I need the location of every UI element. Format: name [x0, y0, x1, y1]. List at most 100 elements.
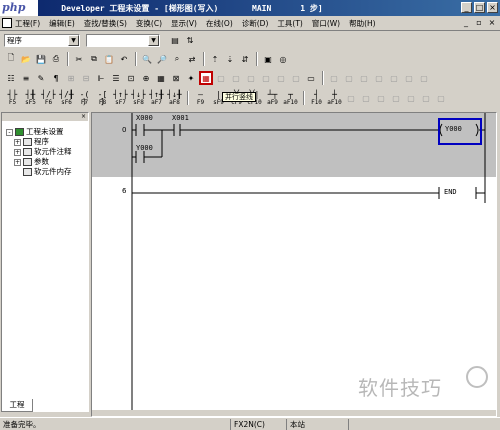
find-device-icon[interactable]: 🔍 [140, 52, 154, 66]
menu-edit[interactable]: 编辑(E) [49, 18, 75, 29]
tree-item-device-memory[interactable]: 软元件内存 [6, 167, 72, 177]
program-select[interactable]: 程序 ▼ [4, 33, 80, 47]
copy-icon[interactable]: ⧉ [87, 52, 101, 66]
child-minimize-button[interactable]: _ [461, 18, 471, 28]
tree-item-program[interactable]: + 程序 [6, 137, 72, 147]
ladder-tool-button[interactable]: ┤↓├ sF8 [130, 90, 147, 107]
menu-tools[interactable]: 工具(T) [277, 18, 302, 29]
display-icon[interactable]: ▭ [304, 71, 318, 85]
chevron-down-icon[interactable]: ▼ [68, 34, 79, 46]
sfc-step-icon[interactable]: ▢ [327, 71, 341, 85]
ladder-tool-button[interactable]: ┤↓╂ aF8 [166, 90, 183, 107]
disabled-tool-icon[interactable]: ▢ [419, 91, 433, 105]
monitor-write-icon[interactable]: ▢ [244, 71, 258, 85]
open-folder-icon[interactable]: 📂 [19, 52, 33, 66]
menu-project[interactable]: 工程(F) [15, 18, 40, 29]
ladder-tool-button[interactable]: — F9 [192, 90, 209, 107]
expand-icon[interactable]: + [14, 148, 21, 156]
ladder-tool-button[interactable]: ┤/├ F6 [40, 90, 57, 107]
document-icon[interactable] [2, 18, 12, 28]
registry-icon[interactable]: ⊠ [169, 71, 183, 85]
disabled-tool-icon[interactable]: ▢ [374, 91, 388, 105]
menu-window[interactable]: 窗口(W) [312, 18, 340, 29]
sfc-end-icon[interactable]: ▢ [387, 71, 401, 85]
comment-icon[interactable]: ☷ [4, 71, 18, 85]
ladder-write-mode-icon[interactable]: ▦ [199, 71, 213, 85]
collapse-icon[interactable]: - [6, 128, 13, 136]
disabled-tool-icon[interactable]: ▢ [434, 91, 448, 105]
tree-root[interactable]: - 工程未设置 [6, 127, 72, 137]
ladder-tool-button[interactable]: ┤├ F5 [4, 90, 21, 107]
program-list-icon[interactable]: ▤ [168, 33, 182, 47]
panel-close-icon[interactable]: × [2, 113, 88, 121]
entry-icon[interactable]: ✦ [184, 71, 198, 85]
sfc-jump-icon[interactable]: ▢ [372, 71, 386, 85]
tree-item-device-comment[interactable]: + 软元件注释 [6, 147, 72, 157]
sfc-option-icon[interactable]: ▢ [402, 71, 416, 85]
expand-icon[interactable]: + [14, 138, 21, 146]
menu-convert[interactable]: 变换(C) [136, 18, 162, 29]
list-view-icon[interactable]: ☰ [109, 71, 123, 85]
label-icon[interactable]: ⊟ [79, 71, 93, 85]
batch-monitor-icon[interactable]: ▢ [259, 71, 273, 85]
replace-icon[interactable]: ⇄ [185, 52, 199, 66]
new-file-icon[interactable]: 🗋 [4, 52, 18, 66]
horizontal-scrollbar[interactable] [92, 410, 496, 416]
program-jump-icon[interactable]: ⇅ [183, 33, 197, 47]
read-plc-icon[interactable]: ⇣ [223, 52, 237, 66]
ladder-tool-button[interactable]: ┤╂ sF5 [22, 90, 39, 107]
read-mode-icon[interactable]: ▢ [214, 71, 228, 85]
close-button[interactable]: × [487, 2, 498, 13]
disabled-tool-icon[interactable]: ▢ [359, 91, 373, 105]
monitor-mode-icon[interactable]: ▢ [229, 71, 243, 85]
disabled-tool-icon[interactable]: ▢ [389, 91, 403, 105]
find-instruction-icon[interactable]: 🔎 [155, 52, 169, 66]
chevron-down-icon[interactable]: ▼ [148, 34, 159, 46]
sfc-view-icon[interactable]: ⊡ [124, 71, 138, 85]
ladder-tool-button[interactable]: ┴┬ aF9 [264, 90, 281, 107]
disabled-tool-icon[interactable]: ▢ [344, 91, 358, 105]
menu-view[interactable]: 显示(V) [171, 18, 197, 29]
child-restore-button[interactable]: ▫ [474, 18, 484, 28]
menu-find-replace[interactable]: 查找/替换(S) [84, 18, 127, 29]
save-icon[interactable]: 💾 [34, 52, 48, 66]
sfc-transition-icon[interactable]: ▢ [342, 71, 356, 85]
secondary-select[interactable]: ▼ [86, 33, 160, 47]
statement-icon[interactable]: ≡ [19, 71, 33, 85]
monitor-icon[interactable]: ▣ [261, 52, 275, 66]
ladder-tool-button[interactable]: ┤↑╂ aF7 [148, 90, 165, 107]
menu-online[interactable]: 在线(O) [206, 18, 233, 29]
counter-monitor-icon[interactable]: ▢ [289, 71, 303, 85]
print-icon[interactable]: ⎙ [49, 52, 63, 66]
sfc-extra-icon[interactable]: ▢ [417, 71, 431, 85]
compare-icon[interactable]: ⇵ [238, 52, 252, 66]
device-batch-icon[interactable]: ▦ [154, 71, 168, 85]
expand-icon[interactable]: + [14, 158, 21, 166]
cut-icon[interactable]: ✂ [72, 52, 86, 66]
ladder-tool-button[interactable]: ┤↑├ sF7 [112, 90, 129, 107]
child-close-button[interactable]: × [487, 18, 497, 28]
find-step-icon[interactable]: ⌕ [170, 52, 184, 66]
menu-diagnostics[interactable]: 诊断(D) [242, 18, 269, 29]
ladder-tool-button[interactable]: ┤/╂ sF6 [58, 90, 75, 107]
maximize-button[interactable]: □ [474, 2, 485, 13]
ladder-tool-button[interactable]: ┬ aF10 [282, 90, 299, 107]
tree-item-parameters[interactable]: + 参数 [6, 157, 72, 167]
write-plc-icon[interactable]: ⇡ [208, 52, 222, 66]
tab-project[interactable]: 工程 [1, 399, 33, 412]
sfc-branch-icon[interactable]: ▢ [357, 71, 371, 85]
menu-help[interactable]: 帮助(H) [349, 18, 376, 29]
alias-icon[interactable]: ¶ [49, 71, 63, 85]
ladder-view-icon[interactable]: ⊩ [94, 71, 108, 85]
minimize-button[interactable]: _ [461, 2, 472, 13]
timer-monitor-icon[interactable]: ▢ [274, 71, 288, 85]
paste-icon[interactable]: 📋 [102, 52, 116, 66]
ladder-tool-button[interactable]: ┼ aF10 [326, 90, 343, 107]
device-comment-icon[interactable]: ⊞ [64, 71, 78, 85]
ladder-tool-button[interactable]: -[ ] F8 [94, 90, 111, 107]
diagnose-icon[interactable]: ◎ [276, 52, 290, 66]
note-icon[interactable]: ✎ [34, 71, 48, 85]
disabled-tool-icon[interactable]: ▢ [404, 91, 418, 105]
ladder-tool-button[interactable]: ┤ F10 [308, 90, 325, 107]
ladder-tool-button[interactable]: -( ) F7 [76, 90, 93, 107]
